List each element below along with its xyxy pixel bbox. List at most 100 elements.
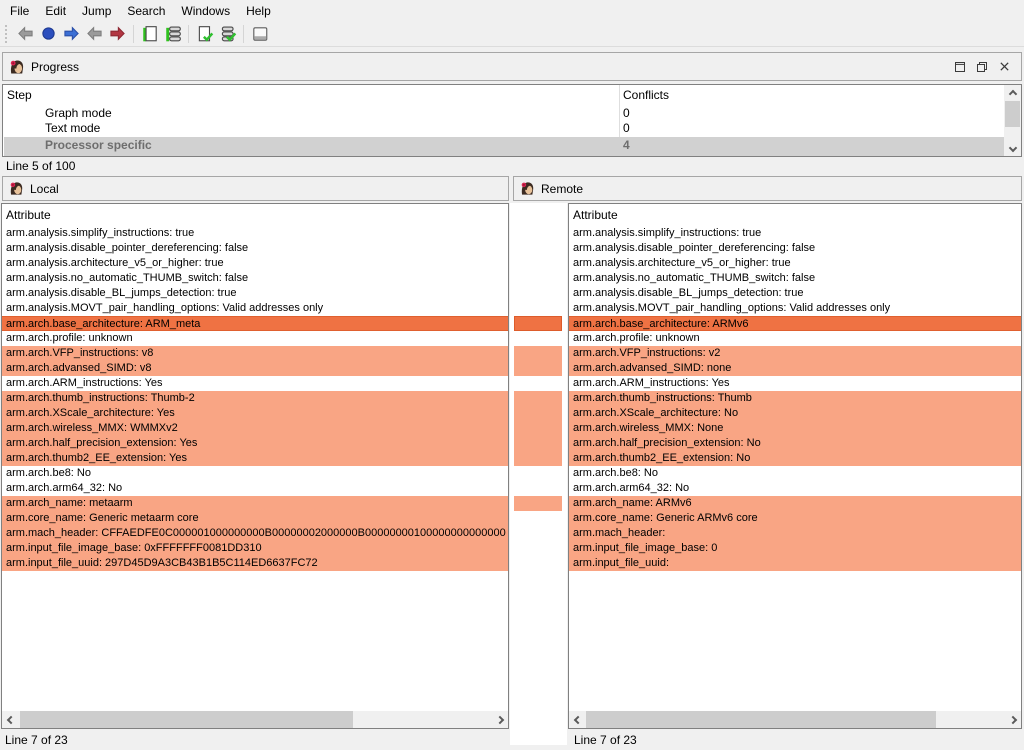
attribute-row[interactable]: arm.analysis.architecture_v5_or_higher: … bbox=[569, 256, 1021, 271]
attribute-row[interactable]: arm.arch.thumb_instructions: Thumb-2 bbox=[2, 391, 508, 406]
scrollbar-thumb[interactable] bbox=[586, 711, 936, 728]
red-right-arrow-icon[interactable] bbox=[106, 23, 129, 45]
attribute-row[interactable]: arm.arch.half_precision_extension: Yes bbox=[2, 436, 508, 451]
remote-rows: arm.analysis.simplify_instructions: true… bbox=[569, 226, 1021, 571]
blue-dot-icon[interactable] bbox=[37, 23, 60, 45]
attribute-row[interactable]: arm.mach_header: CFFAEDFE0C0000010000000… bbox=[2, 526, 508, 541]
attribute-row[interactable]: arm.arch.thumb2_EE_extension: Yes bbox=[2, 451, 508, 466]
attribute-row[interactable]: arm.arch.XScale_architecture: Yes bbox=[2, 406, 508, 421]
local-status-line: Line 7 of 23 bbox=[5, 732, 68, 749]
column-header-step[interactable]: Step bbox=[7, 88, 32, 102]
document-icon[interactable] bbox=[138, 23, 161, 45]
toolbar-drag-handle[interactable] bbox=[5, 25, 9, 43]
scroll-right-arrow[interactable] bbox=[1004, 711, 1021, 728]
scroll-up-arrow[interactable] bbox=[1004, 85, 1021, 102]
attribute-row[interactable]: arm.arch_name: metaarm bbox=[2, 496, 508, 511]
attribute-row[interactable]: arm.core_name: Generic metaarm core bbox=[2, 511, 508, 526]
attribute-row[interactable]: arm.analysis.simplify_instructions: true bbox=[569, 226, 1021, 241]
ida-logo-icon bbox=[520, 181, 535, 196]
table-row[interactable]: Graph mode 0 bbox=[4, 106, 1004, 121]
attribute-row[interactable]: arm.arch.XScale_architecture: No bbox=[569, 406, 1021, 421]
attribute-row[interactable]: arm.input_file_image_base: 0 bbox=[569, 541, 1021, 556]
scrollbar-thumb[interactable] bbox=[1005, 101, 1020, 127]
menu-windows[interactable]: Windows bbox=[173, 1, 238, 21]
attribute-row[interactable]: arm.input_file_image_base: 0xFFFFFFF0081… bbox=[2, 541, 508, 556]
attribute-row[interactable]: arm.arch_name: ARMv6 bbox=[569, 496, 1021, 511]
attribute-row[interactable]: arm.analysis.simplify_instructions: true bbox=[2, 226, 508, 241]
attribute-row[interactable]: arm.arch.advansed_SIMD: none bbox=[569, 361, 1021, 376]
database-stack-icon[interactable] bbox=[161, 23, 184, 45]
menu-file[interactable]: File bbox=[2, 1, 37, 21]
menu-edit[interactable]: Edit bbox=[37, 1, 74, 21]
attribute-row[interactable]: arm.arch.half_precision_extension: No bbox=[569, 436, 1021, 451]
gray-left-arrow-icon[interactable] bbox=[83, 23, 106, 45]
local-panel-title: Local bbox=[30, 182, 59, 196]
column-header-attribute[interactable]: Attribute bbox=[573, 208, 618, 222]
gray-back-arrow-icon[interactable] bbox=[14, 23, 37, 45]
attribute-row[interactable]: arm.arch.thumb2_EE_extension: No bbox=[569, 451, 1021, 466]
table-row[interactable]: Processor specific 4 bbox=[4, 137, 1004, 156]
attribute-row[interactable]: arm.analysis.MOVT_pair_handling_options:… bbox=[569, 301, 1021, 316]
float-restore-icon[interactable] bbox=[971, 58, 993, 76]
vertical-scrollbar[interactable] bbox=[1004, 85, 1021, 156]
attribute-row[interactable]: arm.arch.ARM_instructions: Yes bbox=[569, 376, 1021, 391]
attribute-row[interactable]: arm.arch.VFP_instructions: v2 bbox=[569, 346, 1021, 361]
app-window: File Edit Jump Search Windows Help bbox=[0, 0, 1024, 750]
scroll-left-arrow[interactable] bbox=[2, 711, 19, 728]
ida-logo-icon bbox=[9, 59, 25, 75]
scroll-down-arrow[interactable] bbox=[1004, 139, 1021, 156]
maximize-icon[interactable] bbox=[949, 58, 971, 76]
scroll-right-arrow[interactable] bbox=[491, 711, 508, 728]
horizontal-scrollbar[interactable] bbox=[2, 711, 508, 728]
remote-panel-titlebar: Remote bbox=[513, 176, 1022, 201]
column-header-attribute[interactable]: Attribute bbox=[6, 208, 51, 222]
attribute-row[interactable]: arm.arch.base_architecture: ARMv6 bbox=[569, 316, 1021, 331]
attribute-row[interactable]: arm.arch.arm64_32: No bbox=[569, 481, 1021, 496]
menu-jump[interactable]: Jump bbox=[74, 1, 119, 21]
local-rows: arm.analysis.simplify_instructions: true… bbox=[2, 226, 508, 571]
scrollbar-thumb[interactable] bbox=[20, 711, 353, 728]
blue-forward-arrow-icon[interactable] bbox=[60, 23, 83, 45]
attribute-row[interactable]: arm.analysis.no_automatic_THUMB_switch: … bbox=[2, 271, 508, 286]
attribute-row[interactable]: arm.arch.be8: No bbox=[569, 466, 1021, 481]
attribute-row[interactable]: arm.arch.profile: unknown bbox=[569, 331, 1021, 346]
attribute-row[interactable]: arm.arch.wireless_MMX: WMMXv2 bbox=[2, 421, 508, 436]
attribute-row[interactable]: arm.mach_header: bbox=[569, 526, 1021, 541]
attribute-row[interactable]: arm.arch.ARM_instructions: Yes bbox=[2, 376, 508, 391]
table-row[interactable]: Text mode 0 bbox=[4, 121, 1004, 136]
horizontal-scrollbar[interactable] bbox=[569, 711, 1021, 728]
attribute-row[interactable]: arm.analysis.architecture_v5_or_higher: … bbox=[2, 256, 508, 271]
conflicts-cell: 0 bbox=[623, 121, 630, 136]
menu-help[interactable]: Help bbox=[238, 1, 279, 21]
attribute-row[interactable]: arm.core_name: Generic ARMv6 core bbox=[569, 511, 1021, 526]
attribute-row[interactable]: arm.arch.arm64_32: No bbox=[2, 481, 508, 496]
attribute-row[interactable]: arm.arch.base_architecture: ARM_meta bbox=[2, 316, 508, 331]
attribute-row[interactable]: arm.arch.advansed_SIMD: v8 bbox=[2, 361, 508, 376]
attribute-row[interactable]: arm.input_file_uuid: bbox=[569, 556, 1021, 571]
attribute-row[interactable]: arm.arch.be8: No bbox=[2, 466, 508, 481]
window-icon[interactable] bbox=[248, 23, 271, 45]
attribute-row[interactable]: arm.arch.wireless_MMX: None bbox=[569, 421, 1021, 436]
attribute-row[interactable]: arm.analysis.disable_pointer_dereferenci… bbox=[2, 241, 508, 256]
attribute-row[interactable]: arm.analysis.MOVT_pair_handling_options:… bbox=[2, 301, 508, 316]
gutter-conflict-mark bbox=[514, 391, 562, 466]
local-attribute-list: Attribute arm.analysis.simplify_instruct… bbox=[1, 203, 509, 729]
menu-search[interactable]: Search bbox=[119, 1, 173, 21]
attribute-row[interactable]: arm.arch.VFP_instructions: v8 bbox=[2, 346, 508, 361]
database-check-icon[interactable] bbox=[216, 23, 239, 45]
attribute-row[interactable]: arm.arch.thumb_instructions: Thumb bbox=[569, 391, 1021, 406]
column-header-conflicts[interactable]: Conflicts bbox=[623, 88, 669, 102]
attribute-row[interactable]: arm.input_file_uuid: 297D45D9A3CB43B1B5C… bbox=[2, 556, 508, 571]
gutter-conflict-mark bbox=[514, 346, 562, 376]
attribute-row[interactable]: arm.arch.profile: unknown bbox=[2, 331, 508, 346]
attribute-row[interactable]: arm.analysis.disable_BL_jumps_detection:… bbox=[569, 286, 1021, 301]
attribute-row[interactable]: arm.analysis.disable_pointer_dereferenci… bbox=[569, 241, 1021, 256]
toolbar-separator bbox=[188, 25, 189, 43]
close-icon[interactable] bbox=[993, 58, 1015, 76]
attribute-row[interactable]: arm.analysis.no_automatic_THUMB_switch: … bbox=[569, 271, 1021, 286]
progress-status-line: Line 5 of 100 bbox=[6, 158, 75, 175]
document-check-icon[interactable] bbox=[193, 23, 216, 45]
remote-attribute-list: Attribute arm.analysis.simplify_instruct… bbox=[568, 203, 1022, 729]
scroll-left-arrow[interactable] bbox=[569, 711, 586, 728]
attribute-row[interactable]: arm.analysis.disable_BL_jumps_detection:… bbox=[2, 286, 508, 301]
